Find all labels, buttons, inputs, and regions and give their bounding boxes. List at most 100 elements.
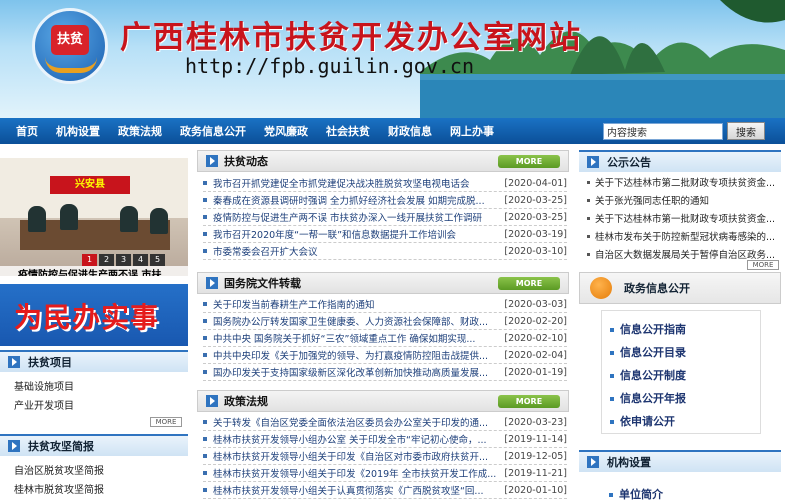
slide-dot[interactable]: 5 <box>150 254 165 266</box>
more-button[interactable]: MORE <box>498 155 560 168</box>
news-row[interactable]: 桂林市扶贫开发领导小组关于印发《自治区对市委市政府扶贫开... [2019-12-… <box>203 448 567 465</box>
list-item[interactable]: 基础设施项目 <box>14 378 74 393</box>
news-row[interactable]: 桂林市扶贫开发领导小组关于认真贯彻落实《广西脱贫攻坚“回... [2020-01-… <box>203 482 567 499</box>
notice-title[interactable]: 桂林市发布关于防控新型冠状病毒感染的... <box>595 229 775 243</box>
notice-title[interactable]: 关于下达桂林市第一批财政专项扶贫资金... <box>595 211 775 225</box>
more-button[interactable]: MORE <box>747 260 779 270</box>
section-header-dynamics: 扶贫动态 MORE <box>197 150 569 172</box>
news-title[interactable]: 国办印发关于支持国家级新区深化改革创新加快推动高质量发展... <box>213 365 500 379</box>
nav-item-policy[interactable]: 政策法规 <box>118 123 162 139</box>
news-title[interactable]: 我市召开2020年度“一帮一联”和信息数据提升工作培训会 <box>213 227 500 241</box>
notice-row[interactable]: 关于张光强同志任职的通知 <box>587 192 781 208</box>
bullet-icon <box>203 488 207 492</box>
gov-info-item[interactable]: 信息公开目录 <box>610 344 686 360</box>
news-title[interactable]: 秦春成在资源县调研时强调 全力抓好经济社会发展 如期完成脱... <box>213 193 500 207</box>
box-header-gov-info: 政务信息公开 <box>579 272 781 304</box>
news-row[interactable]: 中共中央印发《关于加强党的领导、为打赢疫情防控阻击战提供... [2020-02-… <box>203 347 567 364</box>
gov-info-item[interactable]: 依申请公开 <box>610 413 675 429</box>
news-title[interactable]: 桂林市扶贫开发领导小组关于认真贯彻落实《广西脱贫攻坚“回... <box>213 483 500 497</box>
bullet-icon <box>203 232 207 236</box>
bullet-icon <box>587 216 590 220</box>
nav-item-home[interactable]: 首页 <box>16 123 38 139</box>
site-logo[interactable]: 扶贫 <box>32 8 108 84</box>
more-button[interactable]: MORE <box>150 417 182 427</box>
bullet-icon <box>610 374 614 378</box>
box-header-briefing: 扶贫攻坚简报 <box>0 434 188 456</box>
news-row[interactable]: 桂林市扶贫开发领导小组办公室 关于印发全市“牢记初心使命，... [2019-11… <box>203 431 567 448</box>
slide-dot[interactable]: 2 <box>99 254 114 266</box>
right-column: 公示公告 关于下达桂林市第二批财政专项扶贫资金... 关于张光强同志任职的通知 … <box>579 150 785 501</box>
list-item[interactable]: 产业开发项目 <box>14 397 74 412</box>
nav-item-finance[interactable]: 财政信息 <box>388 123 432 139</box>
news-title[interactable]: 中共中央 国务院关于抓好“三农”领域重点工作 确保如期实现... <box>213 331 500 345</box>
search-input[interactable] <box>603 123 723 140</box>
news-title[interactable]: 关于印发当前春耕生产工作指南的通知 <box>213 297 500 311</box>
gov-info-label[interactable]: 信息公开年报 <box>620 392 686 405</box>
nav-item-online[interactable]: 网上办事 <box>450 123 494 139</box>
news-title[interactable]: 疫情防控与促进生产两不误 市扶贫办深入一线开展扶贫工作调研 <box>213 210 500 224</box>
news-row[interactable]: 我市召开抓党建促全市抓党建促决战决胜脱贫攻坚电视电话会 [2020-04-01] <box>203 175 567 192</box>
notice-title[interactable]: 关于张光强同志任职的通知 <box>595 193 709 207</box>
news-row[interactable]: 国务院办公厅转发国家卫生健康委、人力资源社会保障部、财政... [2020-02-… <box>203 313 567 330</box>
search-button[interactable]: 搜索 <box>727 122 765 140</box>
news-date: [2020-02-20] <box>504 315 567 327</box>
more-button[interactable]: MORE <box>498 395 560 408</box>
gov-info-label[interactable]: 依申请公开 <box>620 415 675 428</box>
slide-dot[interactable]: 3 <box>116 254 131 266</box>
section-title: 政策法规 <box>224 395 268 408</box>
news-row[interactable]: 秦春成在资源县调研时强调 全力抓好经济社会发展 如期完成脱... [2020-03… <box>203 192 567 209</box>
news-title[interactable]: 中共中央印发《关于加强党的领导、为打赢疫情防控阻击战提供... <box>213 348 500 362</box>
news-row[interactable]: 桂林市扶贫开发领导小组关于印发《2019年 全市扶贫开发工作成... [2019-… <box>203 465 567 482</box>
news-row[interactable]: 市委常委会召开扩大会议 [2020-03-10] <box>203 243 567 260</box>
promo-banner[interactable]: 为民办实事 <box>0 284 188 346</box>
bullet-icon <box>610 420 614 424</box>
news-date: [2020-01-10] <box>504 484 567 496</box>
news-title[interactable]: 桂林市扶贫开发领导小组关于印发《自治区对市委市政府扶贫开... <box>213 449 500 463</box>
slide-dot[interactable]: 4 <box>133 254 148 266</box>
nav-item-gov-info[interactable]: 政务信息公开 <box>180 123 246 139</box>
news-row[interactable]: 疫情防控与促进生产两不误 市扶贫办深入一线开展扶贫工作调研 [2020-03-25… <box>203 209 567 226</box>
gov-info-item[interactable]: 信息公开制度 <box>610 367 686 383</box>
slide-dot[interactable]: 1 <box>82 254 97 266</box>
arrow-icon <box>206 277 218 289</box>
news-slideshow[interactable]: 兴安县 1 2 3 4 5 疫情防控与促进生产两不误 市扶... <box>0 158 188 276</box>
list-item[interactable]: 自治区脱贫攻坚简报 <box>14 462 104 477</box>
news-title[interactable]: 关于转发《自治区党委全面依法治区委员会办公室关于印发的通... <box>213 415 500 429</box>
notice-row[interactable]: 关于下达桂林市第二批财政专项扶贫资金... <box>587 174 781 190</box>
slide-person <box>120 206 138 232</box>
news-row[interactable]: 中共中央 国务院关于抓好“三农”领域重点工作 确保如期实现... [2020-02… <box>203 330 567 347</box>
gov-info-item[interactable]: 信息公开年报 <box>610 390 686 406</box>
news-row[interactable]: 关于转发《自治区党委全面依法治区委员会办公室关于印发的通... [2020-03-… <box>203 414 567 431</box>
box-title: 政务信息公开 <box>624 282 690 295</box>
news-row[interactable]: 关于印发当前春耕生产工作指南的通知 [2020-03-03] <box>203 296 567 313</box>
slide-caption[interactable]: 疫情防控与促进生产两不误 市扶... <box>0 266 188 276</box>
gov-info-label[interactable]: 信息公开指南 <box>620 323 686 336</box>
news-title[interactable]: 市委常委会召开扩大会议 <box>213 244 500 258</box>
box-header-projects: 扶贫项目 <box>0 350 188 372</box>
news-row[interactable]: 国办印发关于支持国家级新区深化改革创新加快推动高质量发展... [2020-01-… <box>203 364 567 381</box>
nav-item-integrity[interactable]: 党风廉政 <box>264 123 308 139</box>
gov-info-item[interactable]: 信息公开指南 <box>610 321 686 337</box>
arrow-icon <box>587 456 599 468</box>
slide-person <box>28 206 46 232</box>
org-label[interactable]: 单位简介 <box>619 488 663 501</box>
notice-row[interactable]: 关于下达桂林市第一批财政专项扶贫资金... <box>587 210 781 226</box>
bullet-icon <box>587 234 590 238</box>
slide-dots: 1 2 3 4 5 <box>82 254 167 266</box>
section-header-policy: 政策法规 MORE <box>197 390 569 412</box>
nav-item-social[interactable]: 社会扶贫 <box>326 123 370 139</box>
notice-row[interactable]: 桂林市发布关于防控新型冠状病毒感染的... <box>587 228 781 244</box>
more-button[interactable]: MORE <box>498 277 560 290</box>
news-title[interactable]: 桂林市扶贫开发领导小组办公室 关于印发全市“牢记初心使命，... <box>213 432 500 446</box>
notice-title[interactable]: 关于下达桂林市第二批财政专项扶贫资金... <box>595 175 775 189</box>
nav-item-org[interactable]: 机构设置 <box>56 123 100 139</box>
notice-title[interactable]: 自治区大数据发展局关于暂停自治区政务... <box>595 247 775 261</box>
news-title[interactable]: 桂林市扶贫开发领导小组关于印发《2019年 全市扶贫开发工作成... <box>213 466 500 480</box>
list-item[interactable]: 桂林市脱贫攻坚简报 <box>14 481 104 496</box>
bullet-icon <box>203 353 207 357</box>
news-row[interactable]: 我市召开2020年度“一帮一联”和信息数据提升工作培训会 [2020-03-19] <box>203 226 567 243</box>
gov-info-label[interactable]: 信息公开制度 <box>620 369 686 382</box>
news-title[interactable]: 国务院办公厅转发国家卫生健康委、人力资源社会保障部、财政... <box>213 314 500 328</box>
news-title[interactable]: 我市召开抓党建促全市抓党建促决战决胜脱贫攻坚电视电话会 <box>213 176 500 190</box>
gov-info-label[interactable]: 信息公开目录 <box>620 346 686 359</box>
